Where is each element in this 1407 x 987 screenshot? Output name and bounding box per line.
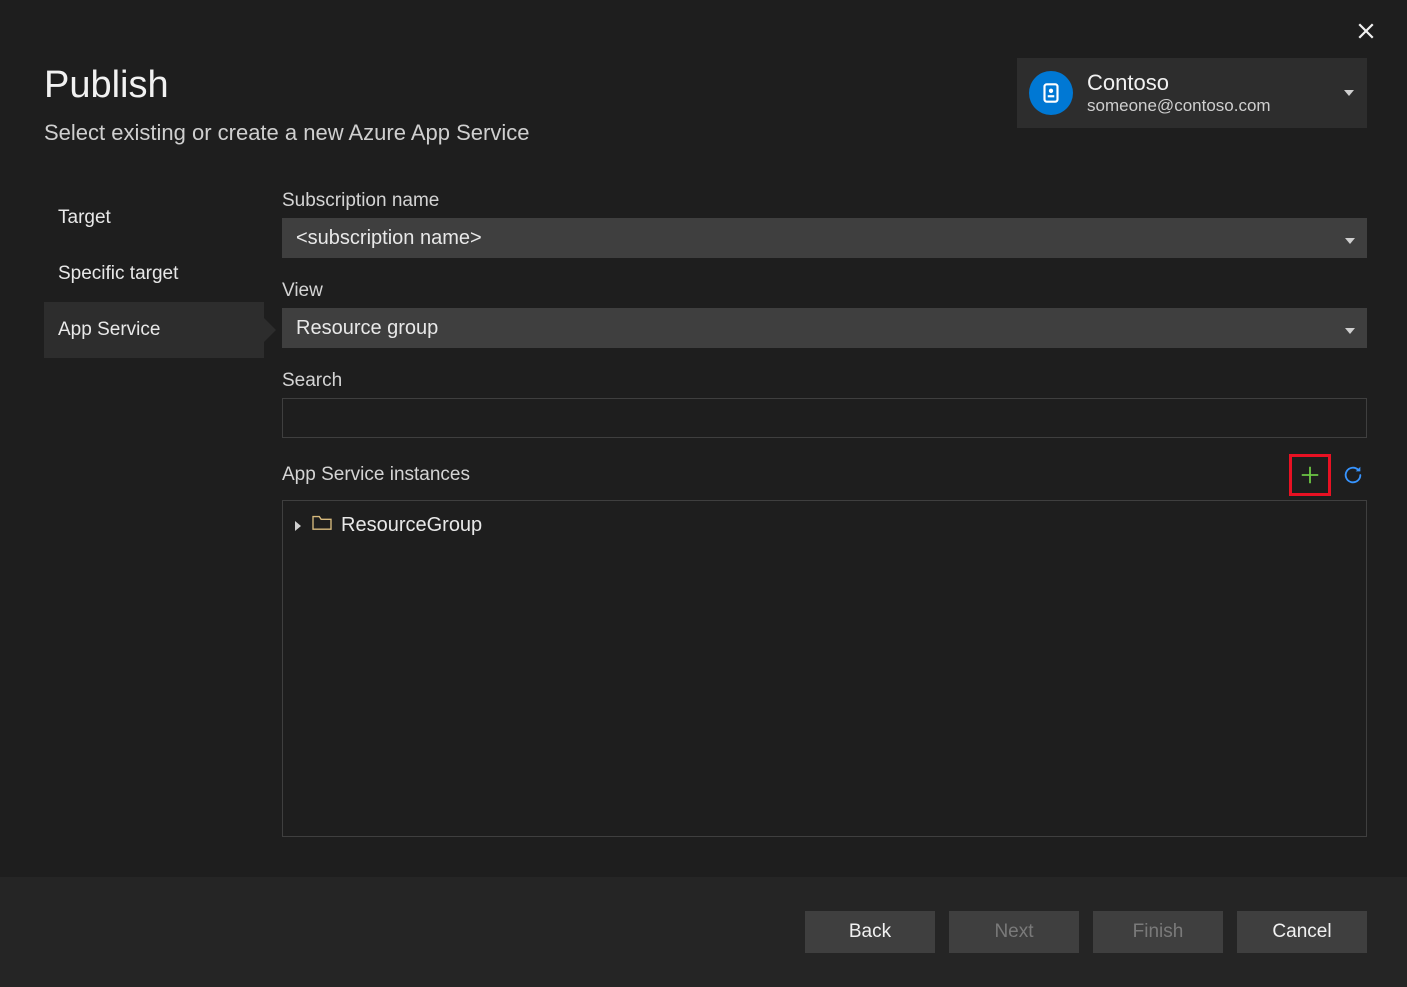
- refresh-button[interactable]: [1339, 461, 1367, 489]
- close-icon: [1357, 22, 1375, 40]
- close-button[interactable]: [1353, 18, 1379, 44]
- tree-expand-caret[interactable]: [293, 514, 303, 537]
- search-label: Search: [282, 370, 1367, 392]
- folder-icon-wrap: [311, 513, 333, 537]
- instances-actions: [1289, 454, 1367, 496]
- finish-button: Finish: [1093, 911, 1223, 953]
- plus-icon: [1299, 464, 1321, 486]
- instances-label: App Service instances: [282, 464, 470, 486]
- dropdown-chevron: [1345, 317, 1355, 340]
- wizard-sidebar: Target Specific target App Service: [44, 190, 264, 837]
- instances-tree[interactable]: ResourceGroup: [282, 500, 1367, 837]
- account-avatar: [1029, 71, 1073, 115]
- add-instance-button[interactable]: [1289, 454, 1331, 496]
- badge-icon: [1038, 80, 1064, 106]
- dialog-footer: Back Next Finish Cancel: [0, 877, 1407, 987]
- dialog-body: Target Specific target App Service Subsc…: [44, 190, 1367, 837]
- tree-item-label: ResourceGroup: [341, 514, 482, 537]
- dialog-title: Publish: [44, 64, 169, 107]
- cancel-button[interactable]: Cancel: [1237, 911, 1367, 953]
- chevron-down-icon: [1345, 328, 1355, 334]
- account-text: Contoso someone@contoso.com: [1087, 70, 1343, 116]
- subscription-value: <subscription name>: [296, 227, 482, 250]
- instances-header: App Service instances: [282, 454, 1367, 496]
- subscription-label: Subscription name: [282, 190, 1367, 212]
- sidebar-item-label: Target: [58, 207, 111, 229]
- publish-dialog: Publish Select existing or create a new …: [0, 0, 1407, 987]
- account-email: someone@contoso.com: [1087, 96, 1343, 116]
- sidebar-item-label: Specific target: [58, 263, 178, 285]
- refresh-icon: [1342, 464, 1364, 486]
- subscription-dropdown[interactable]: <subscription name>: [282, 218, 1367, 258]
- view-value: Resource group: [296, 317, 438, 340]
- sidebar-item-target[interactable]: Target: [44, 190, 264, 246]
- next-button: Next: [949, 911, 1079, 953]
- sidebar-item-app-service[interactable]: App Service: [44, 302, 264, 358]
- account-selector[interactable]: Contoso someone@contoso.com: [1017, 58, 1367, 128]
- tree-item-resourcegroup[interactable]: ResourceGroup: [293, 513, 1356, 537]
- dropdown-chevron: [1345, 227, 1355, 250]
- chevron-down-icon: [1344, 90, 1354, 96]
- chevron-down-icon: [1345, 238, 1355, 244]
- back-button[interactable]: Back: [805, 911, 935, 953]
- dialog-subtitle: Select existing or create a new Azure Ap…: [44, 120, 529, 146]
- main-panel: Subscription name <subscription name> Vi…: [282, 190, 1367, 837]
- view-label: View: [282, 280, 1367, 302]
- account-chevron: [1343, 90, 1355, 96]
- sidebar-item-label: App Service: [58, 319, 160, 341]
- account-name: Contoso: [1087, 70, 1343, 96]
- view-dropdown[interactable]: Resource group: [282, 308, 1367, 348]
- caret-right-icon: [293, 521, 303, 531]
- search-input[interactable]: [282, 398, 1367, 438]
- sidebar-item-specific-target[interactable]: Specific target: [44, 246, 264, 302]
- folder-icon: [311, 513, 333, 531]
